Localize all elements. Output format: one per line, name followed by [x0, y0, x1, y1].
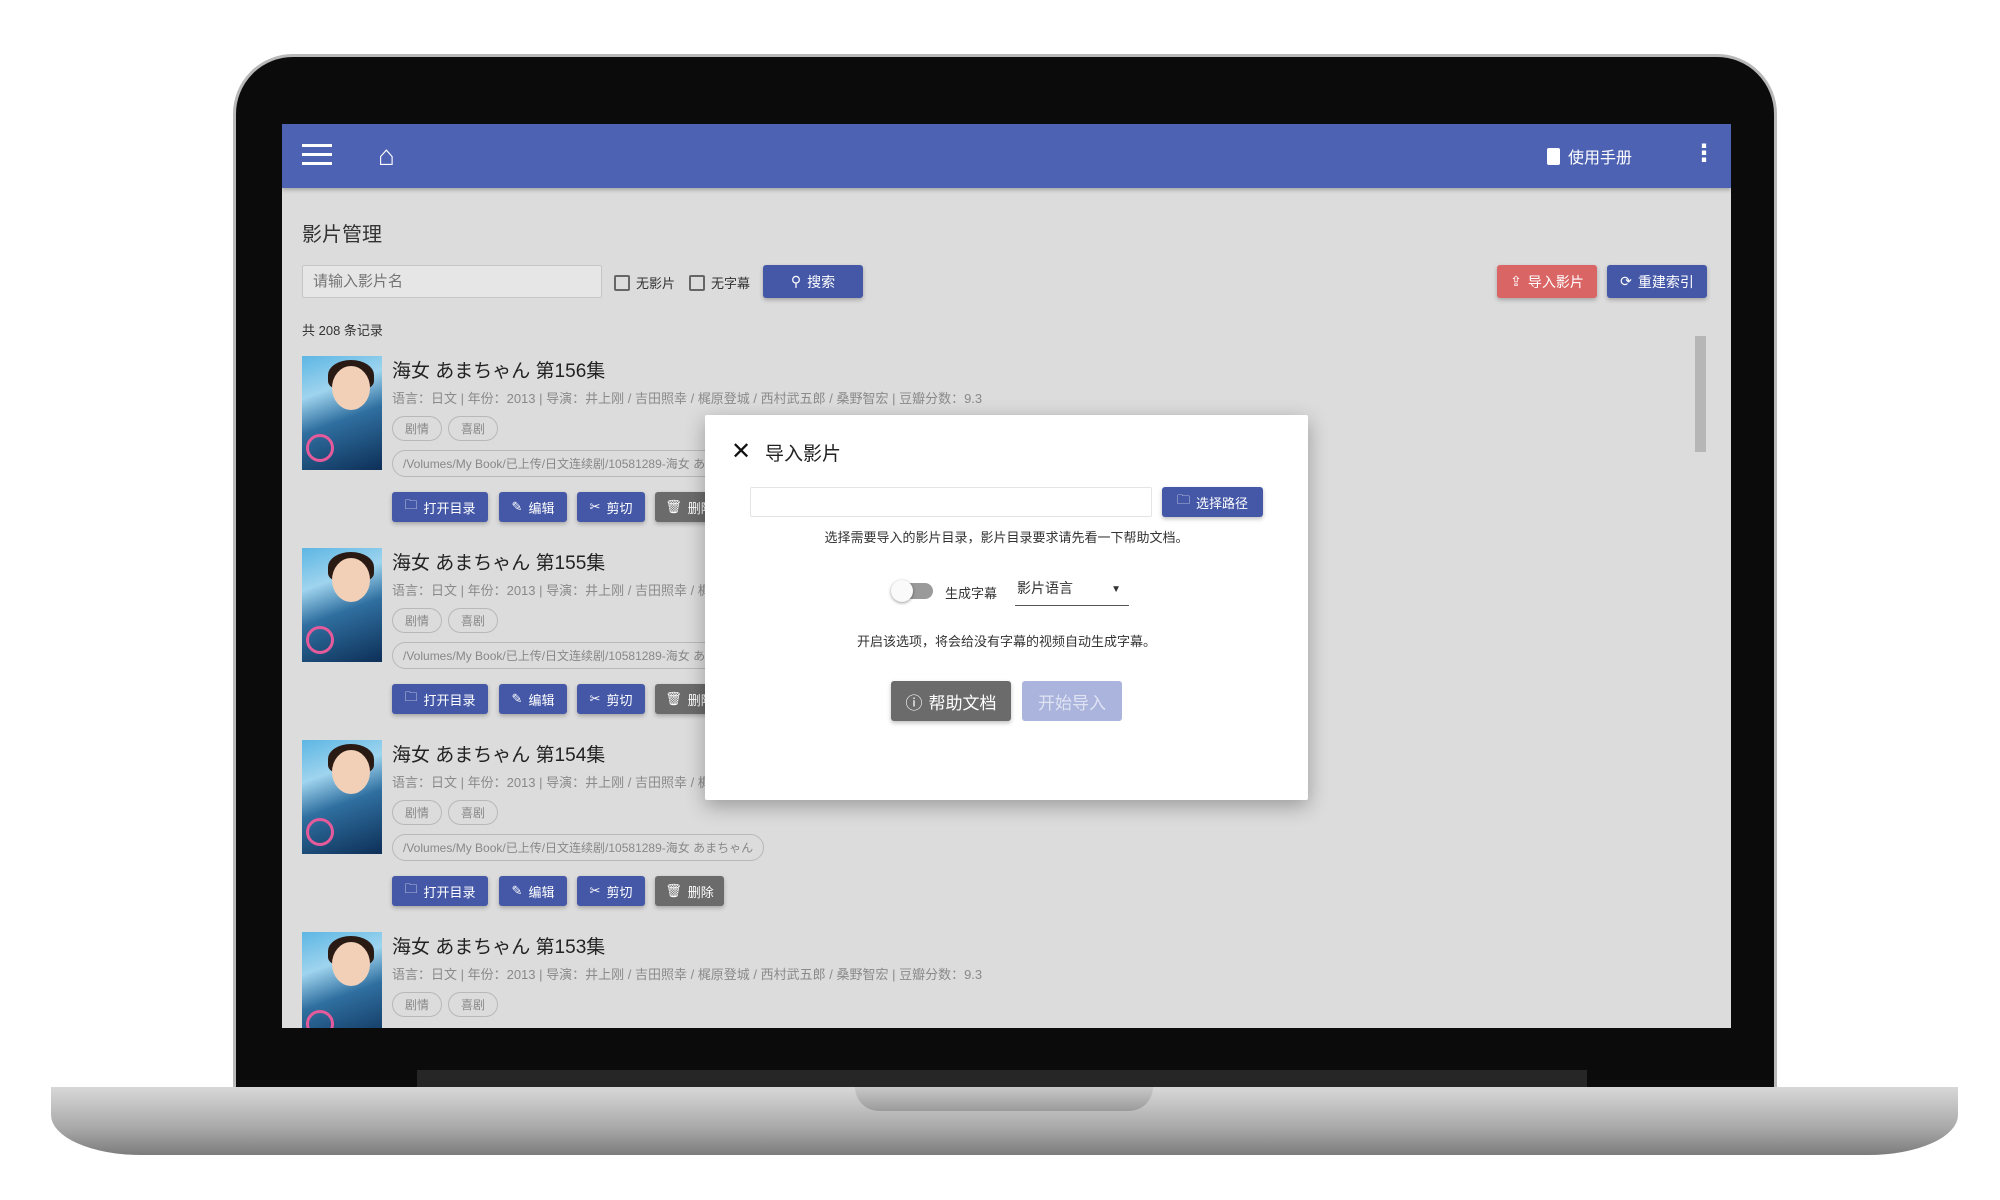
- reindex-button[interactable]: ⟳ 重建索引: [1607, 265, 1707, 298]
- search-input[interactable]: [302, 265, 602, 298]
- scissors-icon: ✂: [589, 883, 601, 898]
- open-dir-button[interactable]: 🗀 打开目录: [392, 876, 488, 906]
- scissors-icon: ✂: [589, 499, 601, 514]
- subtitle-toggle[interactable]: [891, 580, 933, 602]
- no-subtitle-checkbox[interactable]: 无字幕: [689, 273, 750, 292]
- button-label: 打开目录: [423, 884, 476, 900]
- dialog-title: 导入影片: [765, 444, 842, 465]
- pencil-icon: ✎: [511, 499, 523, 514]
- button-label: 剪切: [606, 884, 633, 900]
- import-video-button[interactable]: ⇪ 导入影片: [1497, 265, 1597, 298]
- cut-button[interactable]: ✂ 剪切: [577, 876, 645, 906]
- trash-icon: 🗑: [665, 691, 682, 706]
- laptop-notch: [855, 1087, 1153, 1111]
- record-count: 共 208 条记录: [302, 323, 383, 338]
- app-bar: ⌂ 使用手册 ⋮: [282, 124, 1731, 188]
- close-icon[interactable]: ✕: [731, 437, 751, 466]
- cut-button[interactable]: ✂ 剪切: [577, 492, 645, 522]
- toggle-label: 生成字幕: [945, 586, 998, 601]
- pencil-icon: ✎: [511, 883, 523, 898]
- select-value: 影片语言: [1017, 580, 1073, 596]
- toggle-hint: 开启该选项，将会给没有字幕的视频自动生成字幕。: [856, 634, 1156, 649]
- manual-label: 使用手册: [1568, 150, 1633, 167]
- button-label: 重建索引: [1637, 273, 1694, 290]
- scissors-icon: ✂: [589, 691, 601, 706]
- genre-tag: 喜剧: [448, 992, 499, 1017]
- open-dir-button[interactable]: 🗀 打开目录: [392, 492, 488, 522]
- genre-tag: 喜剧: [448, 800, 499, 825]
- cut-button[interactable]: ✂ 剪切: [577, 684, 645, 714]
- genre-tag: 剧情: [392, 416, 443, 441]
- manual-button[interactable]: 使用手册: [1547, 144, 1632, 168]
- scrollbar[interactable]: [1694, 320, 1707, 1010]
- item-path: /Volumes/My Book/已上传/日文连续剧/10581289-海女 あ…: [392, 834, 765, 861]
- button-label: 编辑: [528, 692, 555, 708]
- edit-button[interactable]: ✎ 编辑: [499, 684, 567, 714]
- edit-button[interactable]: ✎ 编辑: [499, 876, 567, 906]
- app-screen: ⌂ 使用手册 ⋮ 影片管理 无影片 无字幕 ⚲ 搜索 ⇪ 导入影片 ⟳ 重建索引 共 …: [282, 124, 1731, 1028]
- no-video-checkbox[interactable]: 无影片: [614, 273, 675, 292]
- delete-button[interactable]: 🗑 删除: [655, 876, 724, 906]
- import-dialog: ✕ 导入影片 🗀 选择路径 选择需要导入的影片目录，影片目录要求请先看一下帮助文档…: [705, 415, 1308, 800]
- trash-icon: 🗑: [665, 499, 682, 514]
- start-import-button[interactable]: 开始导入: [1022, 681, 1122, 721]
- item-title: 海女 あまちゃん 第155集: [392, 553, 606, 574]
- button-label: 编辑: [528, 500, 555, 516]
- genre-tag: 剧情: [392, 608, 443, 633]
- genre-tag: 喜剧: [448, 608, 499, 633]
- genre-tag: 剧情: [392, 800, 443, 825]
- search-icon: ⚲: [790, 273, 802, 289]
- button-label: 剪切: [606, 692, 633, 708]
- help-doc-button[interactable]: ⓘ 帮助文档: [891, 681, 1011, 721]
- more-vert-icon[interactable]: ⋮: [1692, 142, 1716, 166]
- pencil-icon: ✎: [511, 691, 523, 706]
- item-title: 海女 あまちゃん 第153集: [392, 937, 606, 958]
- language-select[interactable]: 影片语言 ▼: [1015, 578, 1129, 606]
- item-meta: 语言：日文 | 年份：2013 | 导演：井上刚 / 吉田照幸 / 梶原登城 /…: [392, 967, 983, 982]
- choose-path-button[interactable]: 🗀 选择路径: [1162, 487, 1263, 517]
- help-circle-icon: ⓘ: [905, 693, 923, 713]
- edit-button[interactable]: ✎ 编辑: [499, 492, 567, 522]
- checkbox-label: 无影片: [636, 276, 676, 291]
- button-label: 搜索: [807, 273, 836, 290]
- button-label: 帮助文档: [928, 693, 997, 713]
- genre-tag: 剧情: [392, 992, 443, 1017]
- list-item: 海女 あまちゃん 第153集 语言：日文 | 年份：2013 | 导演：井上刚 …: [302, 932, 1682, 1028]
- item-title: 海女 あまちゃん 第154集: [392, 745, 606, 766]
- laptop-hinge: [417, 1070, 1587, 1088]
- search-button[interactable]: ⚲ 搜索: [763, 265, 863, 298]
- poster-image: [302, 740, 382, 854]
- poster-image: [302, 548, 382, 662]
- helper-text: 选择需要导入的影片目录，影片目录要求请先看一下帮助文档。: [824, 530, 1189, 545]
- poster-image: [302, 932, 382, 1028]
- button-label: 导入影片: [1527, 273, 1584, 290]
- button-label: 编辑: [528, 884, 555, 900]
- button-label: 开始导入: [1038, 693, 1106, 713]
- poster-image: [302, 356, 382, 470]
- menu-icon[interactable]: [302, 144, 332, 166]
- open-dir-button[interactable]: 🗀 打开目录: [392, 684, 488, 714]
- folder-icon: 🗀: [1176, 492, 1190, 507]
- scrollbar-thumb[interactable]: [1695, 336, 1706, 452]
- trash-icon: 🗑: [665, 883, 682, 898]
- folder-icon: 🗀: [404, 497, 418, 512]
- book-icon: [1547, 147, 1560, 165]
- home-icon[interactable]: ⌂: [378, 140, 395, 172]
- button-label: 选择路径: [1196, 495, 1249, 511]
- page-title: 影片管理: [302, 224, 382, 246]
- item-title: 海女 あまちゃん 第156集: [392, 361, 606, 382]
- button-label: 打开目录: [423, 500, 476, 516]
- folder-icon: 🗀: [404, 881, 418, 896]
- genre-tag: 喜剧: [448, 416, 499, 441]
- item-meta: 语言：日文 | 年份：2013 | 导演：井上刚 / 吉田照幸 / 梶原登城 /…: [392, 391, 983, 406]
- button-label: 删除: [687, 884, 714, 900]
- checkbox-label: 无字幕: [711, 276, 751, 291]
- refresh-icon: ⟳: [1620, 273, 1632, 289]
- button-label: 打开目录: [423, 692, 476, 708]
- folder-icon: 🗀: [404, 689, 418, 704]
- caret-down-icon: ▼: [1111, 584, 1121, 595]
- button-label: 剪切: [606, 500, 633, 516]
- path-input[interactable]: [750, 487, 1152, 517]
- folder-upload-icon: ⇪: [1510, 273, 1522, 289]
